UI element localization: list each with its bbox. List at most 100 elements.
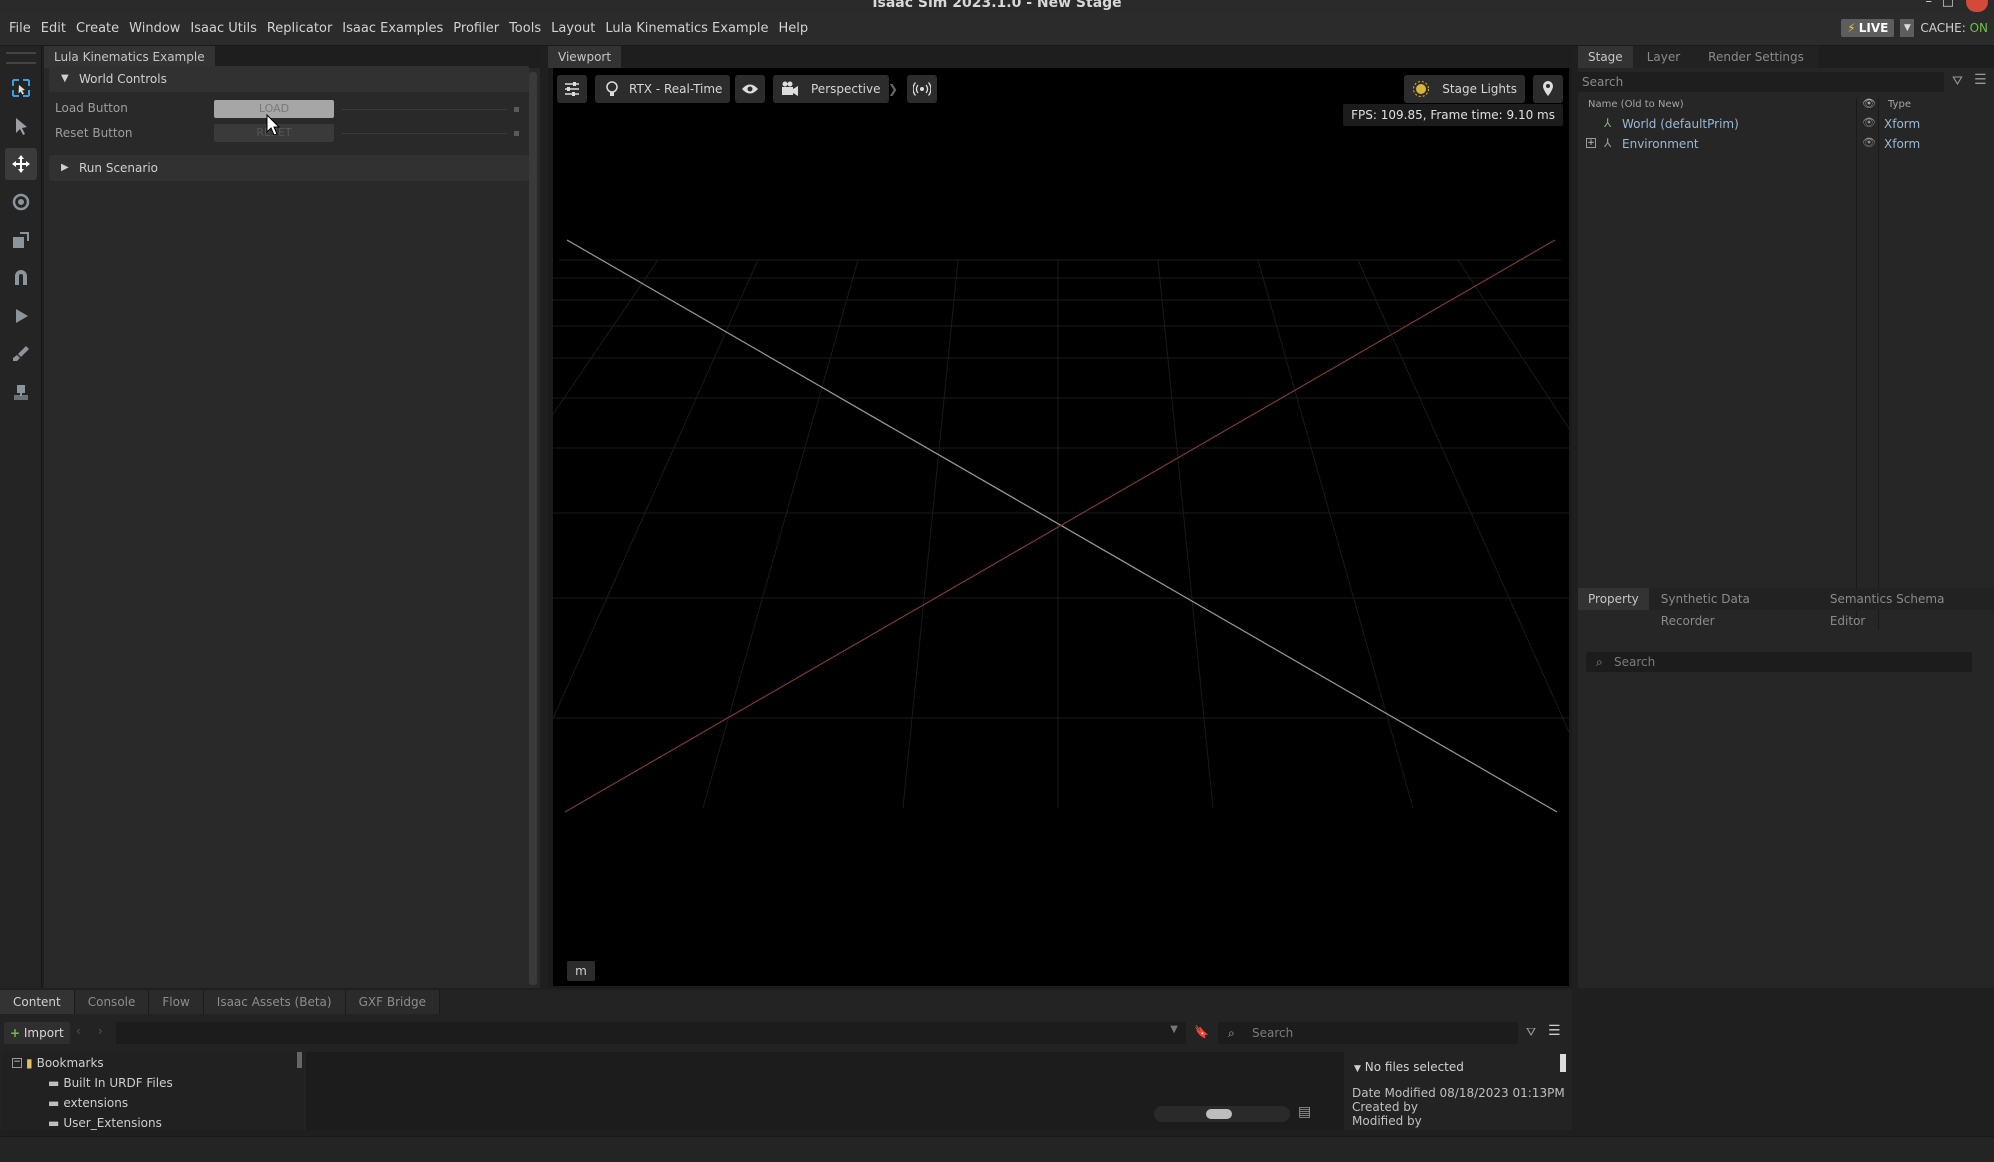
tab-semantics-schema-editor[interactable]: Semantics Schema Editor — [1817, 588, 1994, 628]
camera-button[interactable]: Perspective — [773, 75, 889, 103]
physics-tools-icon[interactable] — [5, 376, 37, 408]
menu-window[interactable]: Window — [124, 12, 185, 46]
live-button[interactable]: ⚡ LIVE — [1841, 19, 1895, 37]
viewport-settings-button[interactable] — [557, 75, 587, 103]
tree-item-extensions[interactable]: ▬ extensions — [48, 1094, 128, 1112]
tab-viewport[interactable]: Viewport — [548, 46, 622, 68]
collapse-minus-icon[interactable]: − — [12, 1058, 22, 1068]
fps-readout: FPS: 109.85, Frame time: 9.10 ms — [1343, 104, 1563, 126]
menu-edit[interactable]: Edit — [36, 12, 71, 46]
thumbnail-size-slider[interactable] — [1154, 1106, 1290, 1122]
tab-console[interactable]: Console — [74, 990, 150, 1014]
content-search-input[interactable]: ⌕ Search — [1218, 1022, 1518, 1044]
world-controls-header[interactable]: ▼ World Controls — [49, 66, 529, 92]
tree-item-bookmarks[interactable]: − ▮ Bookmarks — [12, 1054, 104, 1072]
details-header[interactable]: ▼ No files selected — [1354, 1060, 1464, 1074]
reset-status-dot — [514, 131, 519, 136]
chevron-right-icon[interactable]: ❯ — [885, 75, 901, 103]
tree-label: Bookmarks — [36, 1056, 104, 1070]
maximize-icon[interactable]: □ — [1942, 0, 1954, 9]
scale-icon[interactable] — [5, 224, 37, 256]
visibility-column-eye-icon[interactable]: 👁 — [1862, 97, 1876, 110]
stage-search-input[interactable]: Search — [1578, 72, 1944, 92]
tab-lula-kinematics-example[interactable]: Lula Kinematics Example — [44, 46, 215, 68]
extension-panel-scrollbar[interactable] — [529, 72, 537, 985]
filter-icon[interactable]: ⛛ — [1526, 1025, 1536, 1040]
slider-handle[interactable] — [1206, 1109, 1232, 1119]
stage-row-environment[interactable]: + ⅄ Environment 👁 Xform — [1578, 136, 1994, 154]
tab-layer[interactable]: Layer — [1632, 46, 1695, 68]
left-toolbar — [0, 46, 42, 988]
options-menu-icon[interactable]: ☰ — [1548, 1023, 1561, 1039]
move-icon[interactable] — [5, 148, 37, 180]
menu-layout[interactable]: Layout — [546, 12, 600, 46]
tab-gxf-bridge[interactable]: GXF Bridge — [345, 990, 440, 1014]
tree-item-built-in-urdf[interactable]: ▬ Built In URDF Files — [48, 1074, 173, 1092]
location-pin-button[interactable] — [1533, 75, 1563, 103]
load-status-line — [342, 109, 507, 110]
search-icon: ⌕ — [1228, 1026, 1235, 1040]
menu-replicator[interactable]: Replicator — [262, 12, 337, 46]
stage-row-world[interactable]: ⅄ World (defaultPrim) 👁 Xform — [1578, 116, 1994, 134]
tab-isaac-assets[interactable]: Isaac Assets (Beta) — [203, 990, 346, 1014]
visibility-eye-icon[interactable]: 👁 — [1862, 116, 1876, 129]
list-view-icon[interactable]: ▤ — [1298, 1104, 1311, 1120]
expand-plus-icon[interactable]: + — [1586, 138, 1596, 148]
broadcast-button[interactable] — [907, 75, 937, 103]
menu-isaac-examples[interactable]: Isaac Examples — [337, 12, 448, 46]
tree-scrollbar[interactable] — [297, 1052, 302, 1068]
run-scenario-header[interactable]: ▶ Run Scenario — [49, 155, 529, 181]
content-search-placeholder: Search — [1252, 1026, 1294, 1040]
tab-render-settings[interactable]: Render Settings — [1694, 46, 1818, 68]
folder-icon: ▬ — [48, 1116, 60, 1130]
viewport-canvas[interactable]: RTX - Real-Time Perspective ❯ Stage Ligh… — [553, 68, 1569, 986]
bookmark-icon[interactable]: 🔖 — [1194, 1025, 1209, 1039]
forward-arrow-icon[interactable]: › — [98, 1024, 103, 1038]
tab-flow[interactable]: Flow — [149, 990, 204, 1014]
path-input[interactable]: ▼ — [116, 1022, 1186, 1044]
minimize-icon[interactable]: – — [1926, 0, 1933, 9]
visibility-button[interactable] — [735, 75, 765, 103]
snap-magnet-icon[interactable] — [5, 262, 37, 294]
menu-tools[interactable]: Tools — [504, 12, 546, 46]
menu-profiler[interactable]: Profiler — [448, 12, 504, 46]
property-search-placeholder: Search — [1614, 655, 1656, 669]
render-mode-button[interactable]: RTX - Real-Time — [595, 75, 731, 103]
lightbulb-icon — [606, 81, 618, 96]
menu-create[interactable]: Create — [71, 12, 124, 46]
menu-lula-kinematics-example[interactable]: Lula Kinematics Example — [600, 12, 773, 46]
stage-lights-button[interactable]: Stage Lights — [1404, 75, 1525, 103]
paint-brush-icon[interactable] — [5, 338, 37, 370]
column-type-header[interactable]: Type — [1888, 99, 1911, 110]
path-dropdown-icon[interactable]: ▼ — [1170, 1024, 1178, 1035]
column-name-header[interactable]: Name (Old to New) — [1588, 99, 1684, 110]
tree-item-user-extensions[interactable]: ▬ User_Extensions — [48, 1114, 162, 1130]
menu-file[interactable]: File — [4, 12, 36, 46]
bookmark-folder-icon: ▮ — [26, 1056, 33, 1070]
back-arrow-icon[interactable]: ‹ — [76, 1024, 81, 1038]
tab-synthetic-data-recorder[interactable]: Synthetic Data Recorder — [1648, 588, 1818, 628]
toolbar-grip[interactable] — [6, 52, 36, 64]
menu-help[interactable]: Help — [773, 12, 813, 46]
created-by: Created by — [1352, 1100, 1419, 1114]
tab-content[interactable]: Content — [0, 990, 75, 1014]
files-grid[interactable]: ▤ — [306, 1052, 1344, 1130]
tab-stage[interactable]: Stage — [1578, 46, 1633, 68]
live-dropdown-icon[interactable]: ▼ — [1900, 19, 1915, 37]
date-modified: Date Modified 08/18/2023 01:13PM — [1352, 1086, 1565, 1100]
select-mode-icon[interactable] — [5, 72, 37, 104]
property-search-input[interactable]: ⌕ Search — [1586, 652, 1972, 672]
units-indicator[interactable]: m — [567, 961, 595, 981]
menu-isaac-utils[interactable]: Isaac Utils — [185, 12, 261, 46]
import-button[interactable]: + Import — [4, 1022, 70, 1044]
prim-type: Xform — [1884, 137, 1921, 151]
status-bar — [0, 1136, 1994, 1162]
play-icon[interactable] — [5, 300, 37, 332]
filter-icon[interactable]: ⛛ — [1952, 74, 1963, 89]
options-menu-icon[interactable]: ☰ — [1974, 72, 1987, 88]
details-scrollbar[interactable] — [1560, 1054, 1566, 1072]
tab-property[interactable]: Property — [1578, 588, 1649, 610]
pointer-icon[interactable] — [5, 110, 37, 142]
rotate-icon[interactable] — [5, 186, 37, 218]
visibility-eye-icon[interactable]: 👁 — [1862, 136, 1876, 149]
